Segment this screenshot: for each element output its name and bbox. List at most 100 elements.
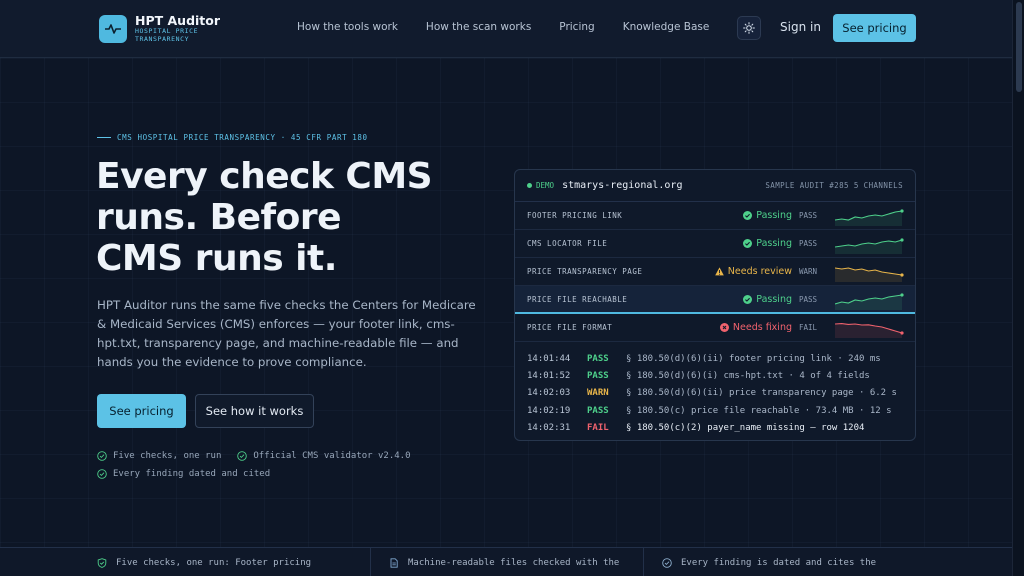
- audit-log: 14:01:44 PASS § 180.50(d)(6)(ii) footer pr…: [515, 342, 915, 436]
- sun-icon: [743, 22, 755, 34]
- sparkline-end-point: [900, 331, 904, 335]
- feature-strip-text: Machine-readable files checked with the: [408, 557, 620, 568]
- log-line: 14:01:44 PASS § 180.50(d)(6)(ii) footer pr…: [527, 350, 903, 367]
- check-circle-icon: [237, 451, 248, 461]
- feature-strip-item: Every finding is dated and cites the: [644, 548, 1012, 576]
- log-time: 14:02:03: [527, 388, 571, 399]
- nav-link-pricing[interactable]: Pricing: [559, 21, 594, 33]
- audit-channel-row[interactable]: FOOTER PRICING LINK Passing PASS: [515, 202, 915, 230]
- nav-see-pricing-button[interactable]: See pricing: [833, 14, 916, 42]
- channel-code: PASS: [799, 239, 818, 248]
- log-time: 14:02:31: [527, 422, 571, 433]
- demo-badge: DEMO: [527, 181, 554, 190]
- log-time: 14:01:44: [527, 353, 571, 364]
- channel-status-text: Needs fixing: [732, 322, 792, 333]
- audit-domain: stmarys-regional.org: [562, 180, 683, 191]
- file-icon: [390, 557, 398, 568]
- brand-subtitle: HOSPITAL PRICE TRANSPARENCY: [135, 27, 199, 43]
- nav-links: How the tools work How the scan works Pr…: [297, 21, 737, 33]
- theme-toggle-button[interactable]: [737, 16, 761, 40]
- check-circle-icon: [743, 239, 753, 248]
- audit-channel-row[interactable]: PRICE TRANSPARENCY PAGE Needs review WARN: [515, 258, 915, 286]
- channel-label: FOOTER PRICING LINK: [527, 211, 623, 220]
- log-line: 14:02:03 WARN § 180.50(d)(6)(ii) price tra…: [527, 385, 903, 402]
- channel-status-text: Passing: [756, 210, 792, 221]
- channel-status: Needs fixing: [712, 322, 792, 333]
- audit-channel-list: FOOTER PRICING LINK Passing PASS CMS LOCATO…: [515, 202, 915, 342]
- nav-link-knowledge-base[interactable]: Knowledge Base: [623, 21, 710, 33]
- sparkline-area: [835, 240, 902, 254]
- log-message: § 180.50(d)(6)(ii) footer pricing link ·…: [626, 353, 881, 364]
- check-circle-icon: [97, 451, 107, 461]
- log-line: 14:01:52 PASS § 180.50(d)(6)(i) cms-hpt.tx…: [527, 367, 903, 384]
- status-dot-icon: [527, 183, 532, 188]
- sign-in-link[interactable]: Sign in: [780, 20, 821, 34]
- log-time: 14:01:52: [527, 370, 571, 381]
- see-how-it-works-button[interactable]: See how it works: [195, 394, 314, 428]
- brand-title: HPT Auditor: [135, 13, 221, 28]
- headline-line-2: runs. Before: [96, 197, 342, 238]
- log-level: PASS: [587, 405, 609, 416]
- log-line: 14:02:19 PASS § 180.50(c) price file reach…: [527, 402, 903, 419]
- brand-logo[interactable]: HPT Auditor HOSPITAL PRICE TRANSPARENCY: [99, 14, 220, 43]
- page-scrollbar[interactable]: [1012, 0, 1024, 576]
- eyebrow-line: [97, 137, 111, 138]
- top-nav: HPT Auditor HOSPITAL PRICE TRANSPARENCY …: [0, 0, 1012, 58]
- hero-check-item: Every finding dated and cited: [97, 469, 270, 479]
- channel-label: PRICE TRANSPARENCY PAGE: [527, 267, 643, 276]
- channel-sparkline: [835, 209, 904, 226]
- nav-link-how-tools[interactable]: How the tools work: [297, 21, 398, 33]
- channel-code: PASS: [799, 211, 818, 220]
- error-x-icon: [719, 323, 729, 332]
- feature-strip-item: Machine-readable files checked with the: [371, 548, 644, 576]
- log-level: WARN: [587, 388, 609, 399]
- headline-line-3: CMS runs it.: [96, 238, 337, 279]
- log-message: § 180.50(d)(6)(i) cms-hpt.txt · 4 of 4 f…: [626, 370, 870, 381]
- eyebrow-text: CMS HOSPITAL PRICE TRANSPARENCY · 45 CFR…: [117, 133, 368, 142]
- audit-sample-label: SAMPLE AUDIT #285 5 CHANNELS: [765, 181, 903, 190]
- channel-status: Passing: [712, 238, 792, 249]
- log-level: FAIL: [587, 422, 609, 433]
- sparkline-area: [835, 268, 902, 282]
- check-circle-icon: [743, 294, 753, 304]
- channel-status: Passing: [712, 210, 792, 221]
- audit-channel-row[interactable]: PRICE FILE REACHABLE Passing PASS: [515, 286, 915, 314]
- hero-checks: Five checks, one run Official CMS valida…: [97, 451, 427, 487]
- sparkline-area: [835, 323, 902, 338]
- audit-channel-row[interactable]: PRICE FILE FORMAT Needs fixing FAIL: [515, 314, 915, 342]
- hero-check-item: Official CMS validator v2.4.0: [237, 451, 411, 461]
- channel-status-text: Passing: [756, 293, 792, 305]
- log-line: 14:02:31 FAIL § 180.50(c)(2) payer_name mi…: [527, 419, 903, 436]
- warning-triangle-icon: [714, 267, 724, 276]
- pulse-logo-icon: [99, 14, 127, 43]
- feature-strip: Five checks, one run: Footer pricing Mac…: [0, 547, 1012, 576]
- audit-card-header: DEMO stmarys-regional.org SAMPLE AUDIT #…: [515, 170, 915, 202]
- hero-eyebrow: CMS HOSPITAL PRICE TRANSPARENCY · 45 CFR…: [97, 133, 368, 142]
- hero-see-pricing-button[interactable]: See pricing: [97, 394, 186, 428]
- check-circle-icon: [743, 211, 753, 220]
- check-circle-icon: [97, 469, 107, 479]
- channel-status-text: Passing: [756, 238, 792, 249]
- channel-code: FAIL: [799, 323, 818, 332]
- demo-badge-label: DEMO: [536, 181, 555, 190]
- scrollbar-thumb[interactable]: [1016, 2, 1022, 92]
- channel-code: WARN: [799, 267, 818, 276]
- sparkline-end-point: [900, 273, 904, 277]
- log-level: PASS: [587, 370, 609, 381]
- hero-check-item: Five checks, one run: [97, 451, 221, 461]
- log-message: § 180.50(c) price file reachable · 73.4 …: [626, 405, 892, 416]
- sample-audit-card: DEMO stmarys-regional.org SAMPLE AUDIT #…: [514, 169, 916, 441]
- feature-strip-item: Five checks, one run: Footer pricing: [0, 548, 371, 576]
- nav-link-how-scan[interactable]: How the scan works: [426, 21, 531, 33]
- channel-status: Needs review: [712, 266, 792, 277]
- channel-code: PASS: [799, 294, 818, 304]
- audit-channel-row[interactable]: CMS LOCATOR FILE Passing PASS: [515, 230, 915, 258]
- channel-label: CMS LOCATOR FILE: [527, 239, 608, 248]
- hero-headline: Every check CMS runs. Before CMS runs it…: [96, 156, 456, 279]
- feature-strip-text: Five checks, one run: Footer pricing: [116, 557, 312, 568]
- channel-sparkline: [835, 267, 904, 282]
- channel-status: Passing: [712, 294, 792, 305]
- hero-check-text: Every finding dated and cited: [113, 469, 271, 479]
- channel-sparkline: [835, 323, 904, 338]
- log-level: PASS: [587, 353, 609, 364]
